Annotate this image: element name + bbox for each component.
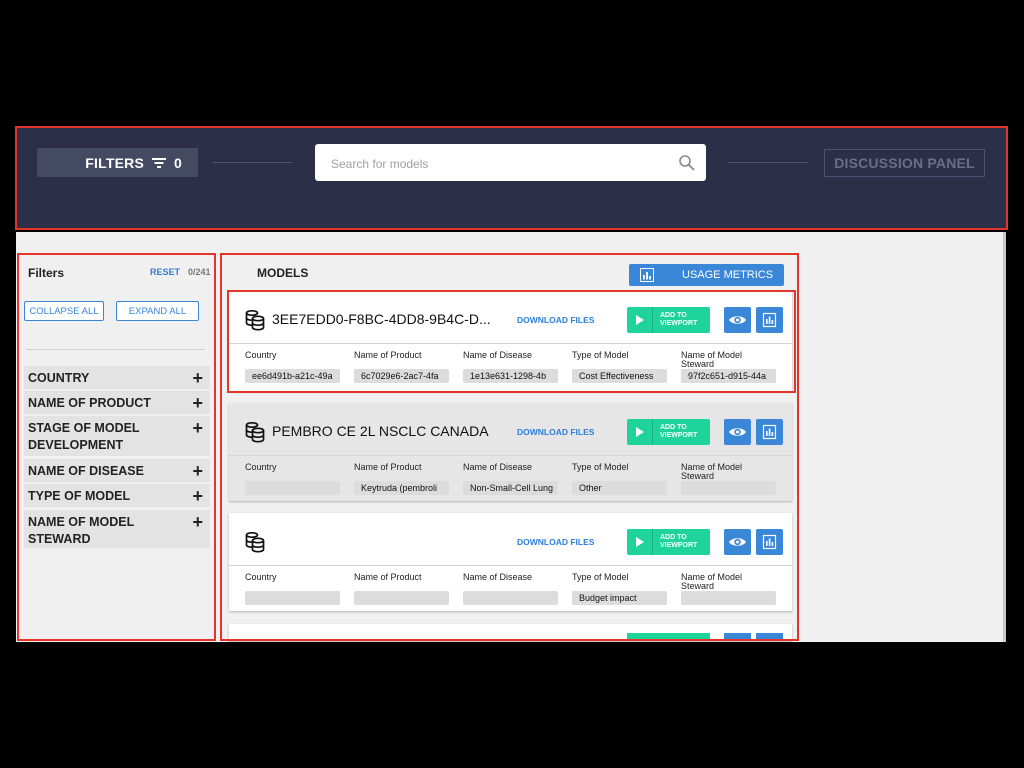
header-highlight-frame bbox=[15, 126, 1008, 230]
sidebar-highlight-frame bbox=[17, 253, 216, 641]
content-scroll-edge bbox=[1003, 232, 1006, 642]
models-highlight-frame bbox=[220, 253, 799, 641]
